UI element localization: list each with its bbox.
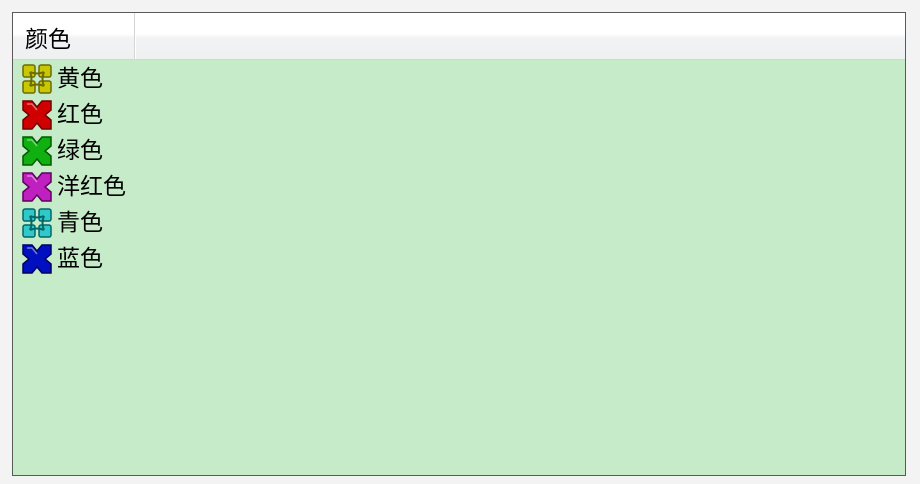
green-color-icon bbox=[22, 136, 52, 166]
list-item-label: 红色 bbox=[57, 102, 103, 128]
list-item-label: 青色 bbox=[57, 210, 103, 236]
list-rows: 黄色 红色 绿色 洋红色 青色 蓝色 bbox=[13, 61, 905, 475]
list-item-label: 洋红色 bbox=[57, 174, 126, 200]
cyan-color-icon bbox=[22, 208, 52, 238]
list-item[interactable]: 蓝色 bbox=[13, 241, 905, 277]
list-item-label: 黄色 bbox=[57, 66, 103, 92]
list-item-label: 蓝色 bbox=[57, 246, 103, 272]
column-header-filler bbox=[135, 13, 905, 59]
red-color-icon bbox=[22, 100, 52, 130]
column-header-color[interactable]: 颜色 bbox=[13, 13, 135, 59]
list-item-label: 绿色 bbox=[57, 138, 103, 164]
magenta-color-icon bbox=[22, 172, 52, 202]
list-item[interactable]: 洋红色 bbox=[13, 169, 905, 205]
list-item[interactable]: 青色 bbox=[13, 205, 905, 241]
list-item[interactable]: 绿色 bbox=[13, 133, 905, 169]
list-item[interactable]: 黄色 bbox=[13, 61, 905, 97]
yellow-color-icon bbox=[22, 64, 52, 94]
color-list-view[interactable]: 颜色 黄色 红色 绿色 洋红色 青色 蓝色 bbox=[12, 12, 906, 476]
blue-color-icon bbox=[22, 244, 52, 274]
list-item[interactable]: 红色 bbox=[13, 97, 905, 133]
list-header: 颜色 bbox=[13, 13, 905, 60]
